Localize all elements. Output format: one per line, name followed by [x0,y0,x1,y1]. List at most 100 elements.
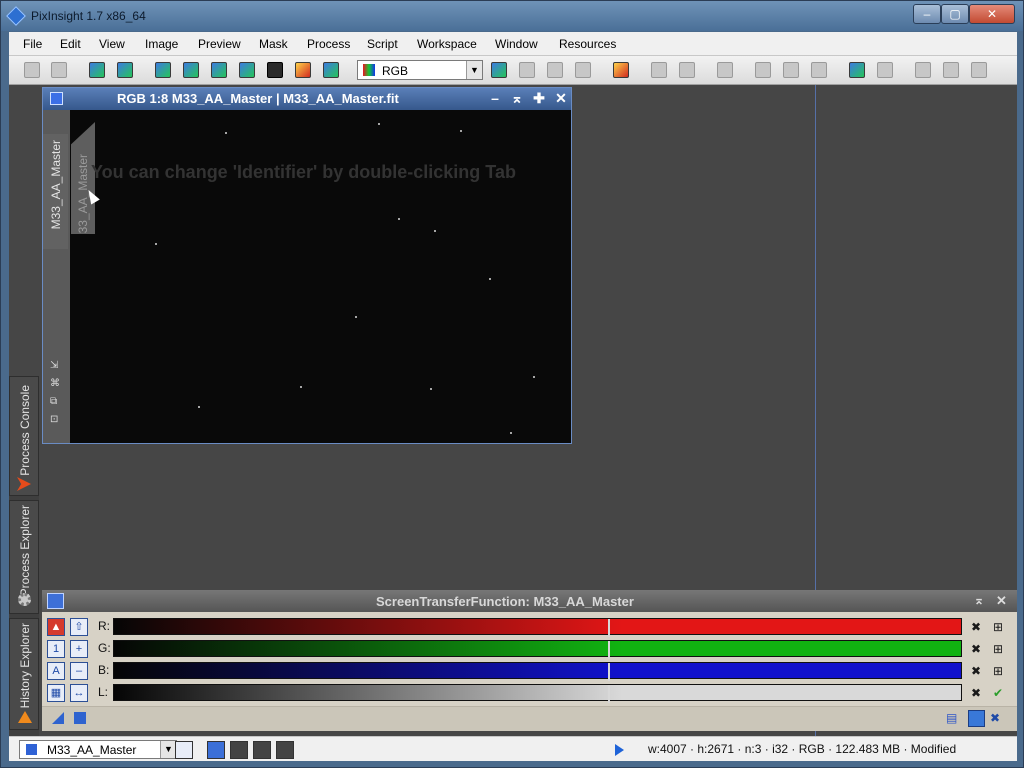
clone-icon[interactable] [117,62,133,78]
select-icon[interactable] [811,62,827,78]
menu-preview[interactable]: Preview [198,37,241,51]
grid-button[interactable]: ▦ [47,684,65,702]
minimize-button[interactable]: – [913,4,941,24]
stretch-icon[interactable] [323,62,339,78]
zoom-in-r-icon[interactable]: ⊞ [989,618,1007,636]
channel-bar-l[interactable] [113,684,962,703]
grayscale-icon[interactable] [267,62,283,78]
edit-icon[interactable] [519,62,535,78]
document-icon[interactable]: ▤ [946,711,957,725]
zoom-out-icon[interactable] [679,62,695,78]
screen-transfer-icon[interactable] [613,62,629,78]
stf-shade-button[interactable]: ⌅ [974,593,984,607]
image-maximize-button[interactable]: ✚ [531,90,547,106]
channel-label-r: R: [98,619,110,633]
zoom-mode-4-button[interactable] [276,741,294,759]
readout-icon[interactable] [783,62,799,78]
reset-channel-b-icon[interactable]: ✖ [967,662,985,680]
reset-channel-r-icon[interactable]: ✖ [967,618,985,636]
check-icon[interactable]: ✔ [989,684,1007,702]
title-bar[interactable]: PixInsight 1.7 x86_64 – ▢ ✕ [1,1,1023,31]
tab-history-explorer[interactable]: History Explorer [9,618,39,730]
midtone-marker[interactable] [608,619,610,637]
midtone-marker[interactable] [608,685,610,703]
align-icon[interactable] [849,62,865,78]
view-selector[interactable]: M33_AA_Master ▼ [19,740,177,759]
identifier-icon[interactable] [89,62,105,78]
zoom-in-g-icon[interactable]: ⊞ [989,640,1007,658]
image-window[interactable]: RGB 1:8 M33_AA_Master | M33_AA_Master.fi… [42,87,572,444]
colorspace-select[interactable]: RGB ▼ [357,60,483,80]
maximize-button[interactable]: ▢ [941,4,969,24]
tab-process-console[interactable]: Process Console [9,376,39,496]
history-explorer-label: History Explorer [18,623,32,709]
reset-channel-g-icon[interactable]: ✖ [967,640,985,658]
zoom-in-b-icon[interactable]: ⊞ [989,662,1007,680]
reset-all-icon[interactable]: ✖ [990,711,1000,725]
undo-icon[interactable] [24,62,40,78]
midtone-marker[interactable] [608,641,610,659]
new-instance-icon[interactable] [52,712,64,724]
menu-resources[interactable]: Resources [559,37,616,51]
mask-icon[interactable] [295,62,311,78]
reset-channel-l-icon[interactable]: ✖ [967,684,985,702]
channel-icon[interactable] [155,62,171,78]
menu-edit[interactable]: Edit [60,37,81,51]
identifier-tab[interactable]: M33_AA_Master [43,134,68,249]
image-close-button[interactable]: ✕ [553,90,569,106]
stf-close-button[interactable]: ✕ [996,593,1007,609]
channel-bar-g[interactable] [113,640,962,659]
channel-swap-icon[interactable] [183,62,199,78]
menu-mask[interactable]: Mask [259,37,288,51]
zoom-plus-button[interactable]: + [70,640,88,658]
link-channels-button[interactable]: ▲ [47,618,65,636]
image-shade-button[interactable]: ⌅ [509,90,525,106]
menu-script[interactable]: Script [367,37,398,51]
script-edit-icon[interactable] [943,62,959,78]
close-button[interactable]: ✕ [969,4,1015,24]
expand-button[interactable]: ↔ [70,684,88,702]
tab-process-explorer[interactable]: Process Explorer [9,500,39,614]
menu-view[interactable]: View [99,37,125,51]
play-icon[interactable] [615,744,624,756]
resample-icon[interactable] [239,62,255,78]
script-run-icon[interactable] [971,62,987,78]
zoom-normal-button[interactable] [207,741,225,759]
channel-bar-r[interactable] [113,618,962,637]
new-preview-icon[interactable] [211,62,227,78]
redo-icon[interactable] [51,62,67,78]
copy-view-icon[interactable]: ⧉ [50,396,57,407]
stf-panel: ScreenTransferFunction: M33_AA_Master ⌅ … [42,590,1017,731]
paste-icon[interactable] [575,62,591,78]
channel-bar-b[interactable] [113,662,962,681]
menu-image[interactable]: Image [145,37,178,51]
menu-workspace[interactable]: Workspace [417,37,477,51]
image-minimize-button[interactable]: – [487,90,503,106]
zoom-mode-2-button[interactable] [230,741,248,759]
auto-stretch-button[interactable]: ⇧ [70,618,88,636]
zoom-icon[interactable]: ⌘ [50,378,60,389]
image-window-title-bar[interactable]: RGB 1:8 M33_AA_Master | M33_AA_Master.fi… [43,88,571,110]
preview-icon[interactable]: ⊡ [50,414,58,425]
apply-global-icon[interactable] [74,712,86,724]
menu-process[interactable]: Process [307,37,350,51]
menu-window[interactable]: Window [495,37,538,51]
add-icon[interactable] [491,62,507,78]
copy-icon[interactable] [547,62,563,78]
midtone-marker[interactable] [608,663,610,681]
auto-stretch-toggle-icon[interactable] [968,710,985,727]
stf-title-bar[interactable]: ScreenTransferFunction: M33_AA_Master ⌅ … [42,590,1017,612]
zoom-in-icon[interactable] [651,62,667,78]
fit-icon[interactable]: ⇲ [50,360,58,371]
distribute-icon[interactable] [877,62,893,78]
menu-file[interactable]: File [23,37,42,51]
view-properties-icon[interactable] [175,741,193,759]
zoom-minus-button[interactable]: – [70,662,88,680]
image-viewport[interactable] [70,110,571,443]
pan-icon[interactable] [755,62,771,78]
preset-a-button[interactable]: A [47,662,65,680]
script-icon[interactable] [915,62,931,78]
fit-view-icon[interactable] [717,62,733,78]
preset-one-button[interactable]: 1 [47,640,65,658]
zoom-mode-3-button[interactable] [253,741,271,759]
